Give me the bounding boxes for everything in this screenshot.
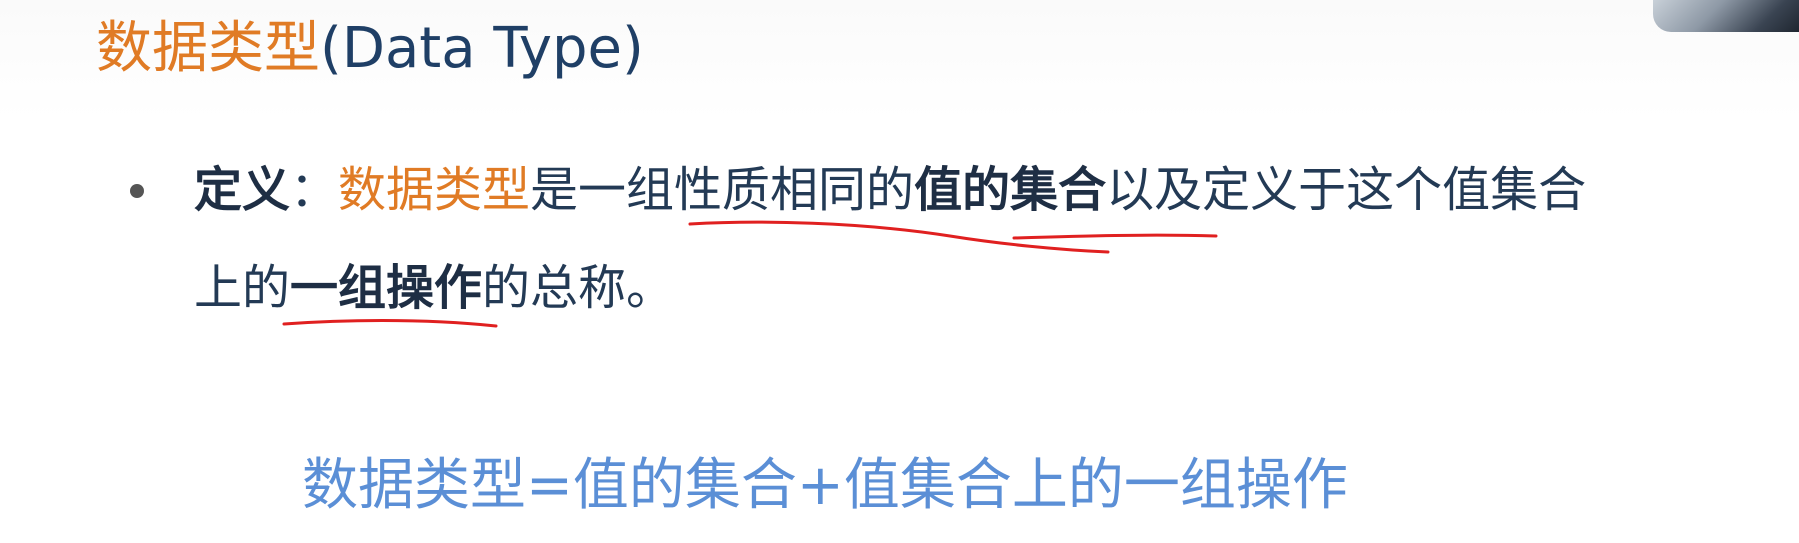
annotation-underline-1 bbox=[688, 220, 1110, 254]
slide: 数据类型(Data Type) 定义：数据类型是一组性质相同的值的集合以及定义于… bbox=[0, 0, 1799, 543]
presenter-webcam-thumbnail bbox=[1653, 0, 1799, 32]
formula-text: 数据类型=值的集合+值集合上的一组操作 bbox=[302, 453, 1348, 518]
definition-label: 定义 bbox=[194, 162, 291, 218]
definition-colon: ： bbox=[290, 162, 339, 218]
title-chinese: 数据类型 bbox=[96, 16, 320, 81]
definition-text-a: 是一组性质相同的 bbox=[530, 162, 915, 218]
definition-line-2: 上的一组操作的总称。 bbox=[194, 248, 674, 318]
definition-line-1: 定义：数据类型是一组性质相同的值的集合以及定义于这个值集合 bbox=[194, 150, 1586, 220]
definition-text-d: 上的 bbox=[194, 260, 291, 316]
definition-text-c: 以及定义于这个值集合 bbox=[1106, 162, 1587, 218]
bullet-dot-icon bbox=[130, 184, 144, 198]
annotation-underline-2 bbox=[1012, 233, 1218, 240]
slide-title: 数据类型(Data Type) bbox=[96, 19, 644, 79]
definition-operations: 一组操作 bbox=[290, 260, 483, 316]
definition-term: 数据类型 bbox=[338, 162, 531, 218]
definition-value-set: 值的集合 bbox=[914, 162, 1107, 218]
definition-text-e: 的总称。 bbox=[482, 260, 675, 316]
annotation-underline-3 bbox=[282, 319, 498, 328]
title-english: (Data Type) bbox=[320, 16, 644, 81]
